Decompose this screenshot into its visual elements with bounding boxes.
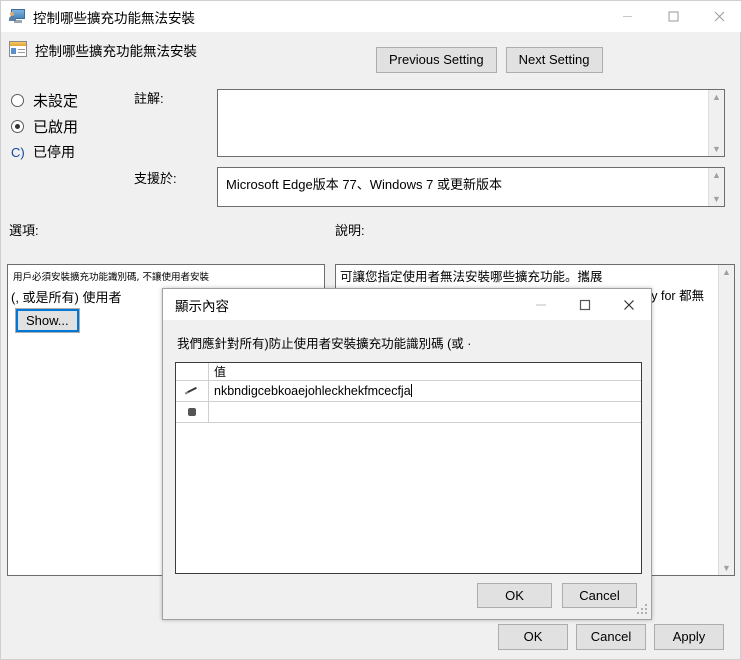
pencil-icon [184, 385, 199, 397]
dialog-footer-buttons: OK Cancel Apply [498, 624, 724, 650]
help-label: 說明: [335, 223, 365, 238]
group-policy-setting-window: 控制哪些擴充功能無法安裝 控制哪些擴充功能無法安裝 Previous Setti… [0, 0, 741, 660]
grid-cell-value[interactable] [209, 402, 641, 422]
child-maximize-button[interactable] [563, 289, 607, 320]
minimize-button[interactable] [604, 1, 650, 32]
radio-enabled[interactable]: 已啟用 [11, 113, 141, 139]
child-close-button[interactable] [607, 289, 651, 320]
policy-setting-icon [9, 41, 27, 59]
radio-mark-disabled: C) [11, 144, 25, 160]
grid-column-header-value: 值 [214, 365, 227, 379]
window-controls [604, 1, 741, 32]
child-footer-buttons: OK Cancel [477, 583, 637, 608]
child-prompt-label: 我們應針對所有)防止使用者安裝擴充功能識別碼 (或 · [177, 337, 472, 351]
radio-mark-not-configured [11, 93, 24, 107]
window-titlebar: 控制哪些擴充功能無法安裝 [1, 1, 741, 32]
show-contents-dialog: 顯示內容 我們應針對所有)防止使用者安裝擴充功能識別碼 (或 · 值 nkbnd… [162, 288, 652, 620]
options-note: 用戶必須安裝擴充功能識別碼, 不讓使用者安裝 [13, 272, 210, 283]
close-button[interactable] [696, 1, 741, 32]
setting-header: 控制哪些擴充功能無法安裝 [1, 32, 741, 68]
comment-input[interactable]: ▲ ▼ [217, 89, 725, 157]
radio-label-not-configured: 未設定 [33, 92, 79, 110]
supported-on-field[interactable]: Microsoft Edge版本 77、Windows 7 或更新版本 ▲ ▼ [217, 167, 725, 207]
text-caret [410, 384, 412, 397]
radio-not-configured[interactable]: 未設定 [11, 87, 141, 113]
comment-label: 註解: [134, 91, 164, 106]
help-scrollbar[interactable]: ▲ ▼ [718, 265, 734, 575]
table-row[interactable] [176, 402, 641, 423]
grid-header-row: 值 [176, 363, 641, 381]
values-grid[interactable]: 值 nkbndigcebkoaejohleckhekfmcecfja [175, 362, 642, 574]
monitor-user-icon [9, 8, 26, 25]
child-window-title: 顯示內容 [175, 298, 229, 314]
previous-setting-button[interactable]: Previous Setting [376, 47, 497, 73]
scroll-down-icon[interactable]: ▼ [712, 194, 721, 204]
comment-scrollbar[interactable]: ▲ ▼ [708, 90, 724, 156]
setting-nav-buttons: Previous Setting Next Setting [376, 47, 603, 73]
child-titlebar: 顯示內容 [163, 289, 651, 320]
grid-corner-cell [176, 363, 209, 380]
window-title: 控制哪些擴充功能無法安裝 [33, 10, 195, 26]
row-new-indicator [176, 402, 209, 422]
scroll-up-icon[interactable]: ▲ [712, 92, 721, 102]
asterisk-icon [188, 408, 196, 416]
radio-mark-enabled [11, 119, 24, 133]
scroll-up-icon[interactable]: ▲ [712, 170, 721, 180]
row-edit-indicator [176, 381, 209, 401]
apply-button[interactable]: Apply [654, 624, 724, 650]
child-window-controls [519, 289, 651, 320]
child-minimize-button[interactable] [519, 289, 563, 320]
ok-button[interactable]: OK [498, 624, 568, 650]
next-setting-button[interactable]: Next Setting [505, 47, 603, 73]
maximize-button[interactable] [650, 1, 696, 32]
scroll-down-icon[interactable]: ▼ [712, 144, 721, 154]
cancel-button[interactable]: Cancel [576, 624, 646, 650]
table-row[interactable]: nkbndigcebkoaejohleckhekfmcecfja [176, 381, 641, 402]
scroll-up-icon[interactable]: ▲ [722, 267, 731, 277]
setting-title: 控制哪些擴充功能無法安裝 [35, 44, 197, 59]
supported-on-value: Microsoft Edge版本 77、Windows 7 或更新版本 [226, 177, 502, 192]
supported-scrollbar[interactable]: ▲ ▼ [708, 168, 724, 206]
radio-label-disabled: 已停用 [33, 144, 75, 160]
state-radio-group: 未設定 已啟用 C) 已停用 [11, 87, 141, 165]
radio-disabled[interactable]: C) 已停用 [11, 139, 141, 165]
grid-cell-value[interactable]: nkbndigcebkoaejohleckhekfmcecfja [209, 381, 641, 401]
resize-grip[interactable] [636, 604, 648, 616]
radio-label-enabled: 已啟用 [33, 118, 79, 136]
options-label: 選項: [9, 223, 39, 238]
show-button[interactable]: Show... [15, 308, 80, 333]
supported-on-label: 支援於: [134, 171, 177, 186]
child-cancel-button[interactable]: Cancel [562, 583, 637, 608]
grid-cell-text: nkbndigcebkoaejohleckhekfmcecfja [214, 384, 411, 398]
scroll-down-icon[interactable]: ▼ [722, 563, 731, 573]
child-ok-button[interactable]: OK [477, 583, 552, 608]
